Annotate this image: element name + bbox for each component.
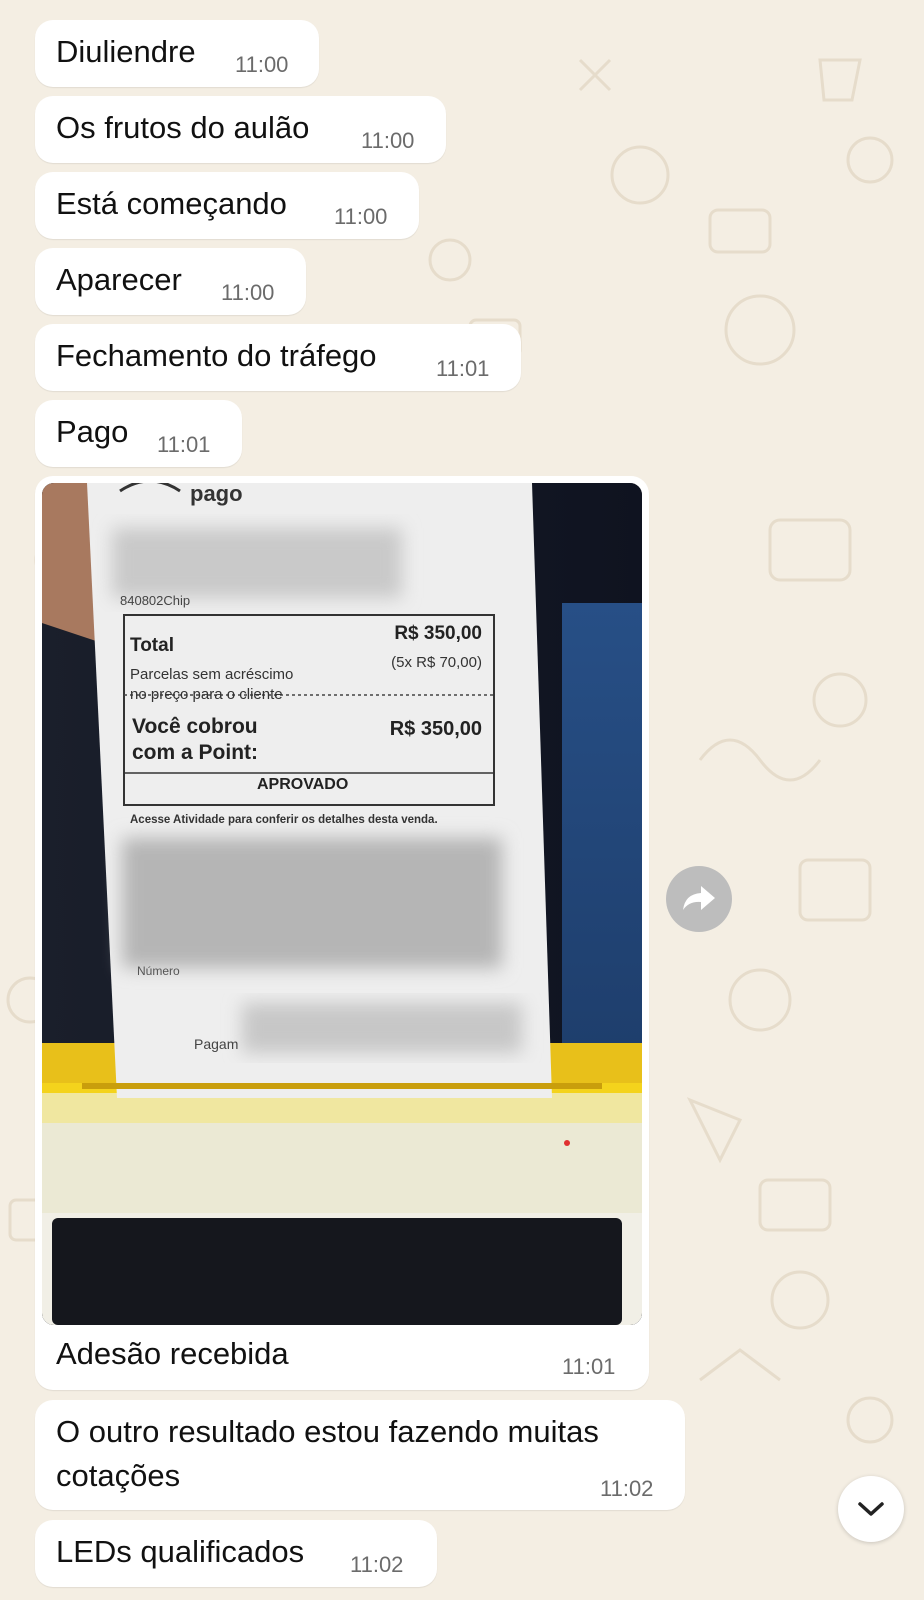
message-bubble[interactable]: Diuliendre 11:00 (35, 20, 319, 87)
message-text: Está começando (56, 186, 287, 221)
receipt-total-value: R$ 350,00 (394, 623, 482, 644)
forward-icon (683, 886, 715, 910)
receipt-photo-scene: pago 840802Chip Total R$ 350,00 (5x R$ 7… (42, 483, 642, 1325)
message-text: Pago (56, 414, 129, 449)
message-text: LEDs qualificados (56, 1534, 305, 1569)
receipt-numero-partial: Número (137, 964, 180, 978)
receipt-photo[interactable]: pago 840802Chip Total R$ 350,00 (5x R$ 7… (42, 483, 642, 1325)
receipt-installments: (5x R$ 70,00) (391, 654, 482, 671)
message-bubble[interactable]: O outro resultado estou fazendo muitas c… (35, 1400, 685, 1510)
message-text: Aparecer (56, 262, 182, 297)
message-timestamp: 11:01 (157, 432, 211, 457)
message-bubble[interactable]: LEDs qualificados 11:02 (35, 1520, 437, 1587)
image-message-bubble[interactable]: pago 840802Chip Total R$ 350,00 (5x R$ 7… (35, 476, 649, 1390)
receipt-charged-line2: com a Point: (132, 741, 258, 764)
receipt-charged-line1: Você cobrou (132, 715, 258, 738)
message-bubble[interactable]: Aparecer 11:00 (35, 248, 306, 315)
receipt-charged-value: R$ 350,00 (390, 718, 482, 740)
message-text-line1: O outro resultado estou fazendo muitas (56, 1414, 599, 1449)
message-timestamp: 11:02 (350, 1552, 404, 1577)
receipt-parcelas-line1: Parcelas sem acréscimo (130, 666, 293, 683)
scroll-to-bottom-button[interactable] (838, 1476, 904, 1542)
message-timestamp: 11:00 (361, 128, 415, 153)
message-text: Fechamento do tráfego (56, 338, 377, 373)
message-text: Diuliendre (56, 34, 196, 69)
message-timestamp: 11:01 (436, 356, 490, 381)
message-timestamp: 11:00 (334, 204, 388, 229)
receipt-chip-line: 840802Chip (120, 593, 190, 608)
receipt-status: APROVADO (257, 776, 348, 793)
receipt-footer-note: Acesse Atividade para conferir os detalh… (130, 814, 438, 826)
message-bubble[interactable]: Fechamento do tráfego 11:01 (35, 324, 521, 391)
image-caption: Adesão recebida (56, 1336, 289, 1371)
message-text: Os frutos do aulão (56, 110, 310, 145)
message-bubble[interactable]: Os frutos do aulão 11:00 (35, 96, 446, 163)
message-text-line2: cotações (56, 1458, 181, 1493)
message-timestamp: 11:01 (562, 1354, 616, 1379)
message-bubble[interactable]: Pago 11:01 (35, 400, 242, 467)
receipt-total-label: Total (130, 635, 174, 656)
message-timestamp: 11:00 (235, 52, 289, 77)
message-timestamp: 11:00 (221, 280, 275, 305)
receipt-pagam-partial: Pagam (194, 1036, 238, 1052)
receipt-parcelas-line2: no preço para o cliente (130, 686, 283, 703)
receipt-brand: pago (190, 483, 243, 506)
forward-button[interactable] (666, 866, 732, 932)
chevron-down-icon (858, 1502, 884, 1516)
message-timestamp: 11:02 (600, 1476, 654, 1501)
message-bubble[interactable]: Está começando 11:00 (35, 172, 419, 239)
